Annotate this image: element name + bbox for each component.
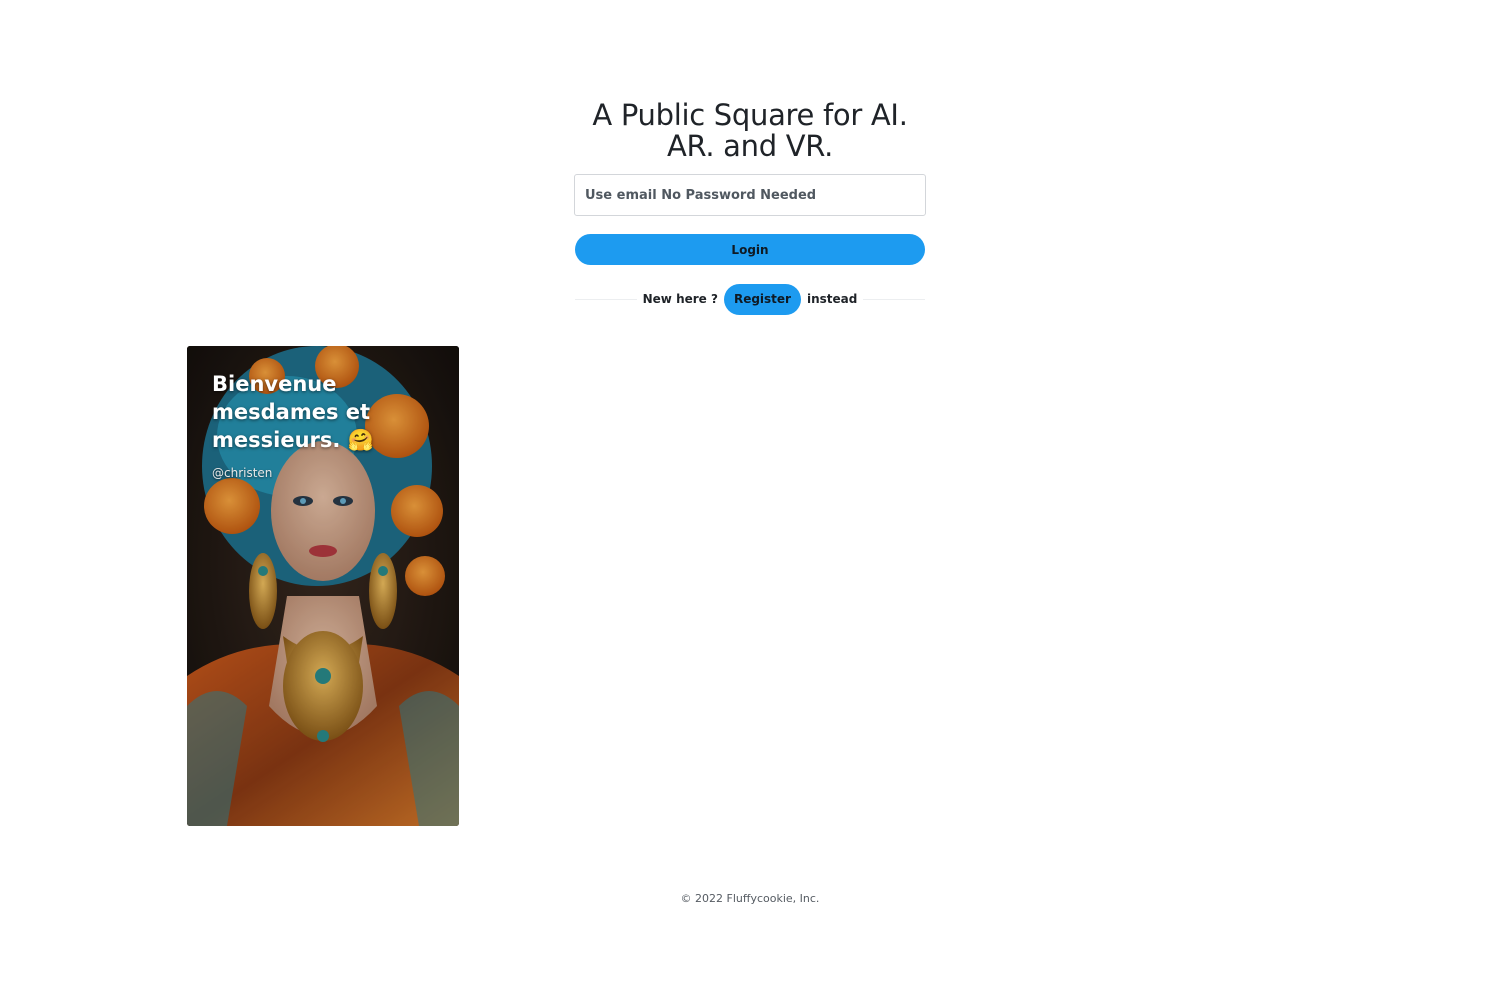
email-field[interactable]	[574, 174, 926, 216]
instead-text: instead	[800, 292, 864, 306]
page: A Public Square for AI. AR. and VR. Logi…	[0, 0, 1500, 1000]
post-author[interactable]: @christen	[212, 466, 412, 480]
page-headline: A Public Square for AI. AR. and VR.	[592, 98, 908, 163]
post-title: Bienvenue mesdames et messieurs. 🤗	[212, 372, 374, 452]
login-button[interactable]: Login	[575, 234, 925, 265]
new-here-text: New here ?	[636, 292, 724, 306]
register-button[interactable]: Register	[723, 283, 801, 315]
post-caption: Bienvenue mesdames et messieurs. 🤗 @chri…	[212, 370, 412, 480]
login-form: A Public Square for AI. AR. and VR. Logi…	[574, 100, 926, 315]
register-prompt: New here ? Register instead	[575, 283, 925, 315]
post-card[interactable]: Bienvenue mesdames et messieurs. 🤗 @chri…	[187, 346, 459, 826]
footer-copyright: © 2022 Fluffycookie, Inc.	[680, 892, 820, 905]
